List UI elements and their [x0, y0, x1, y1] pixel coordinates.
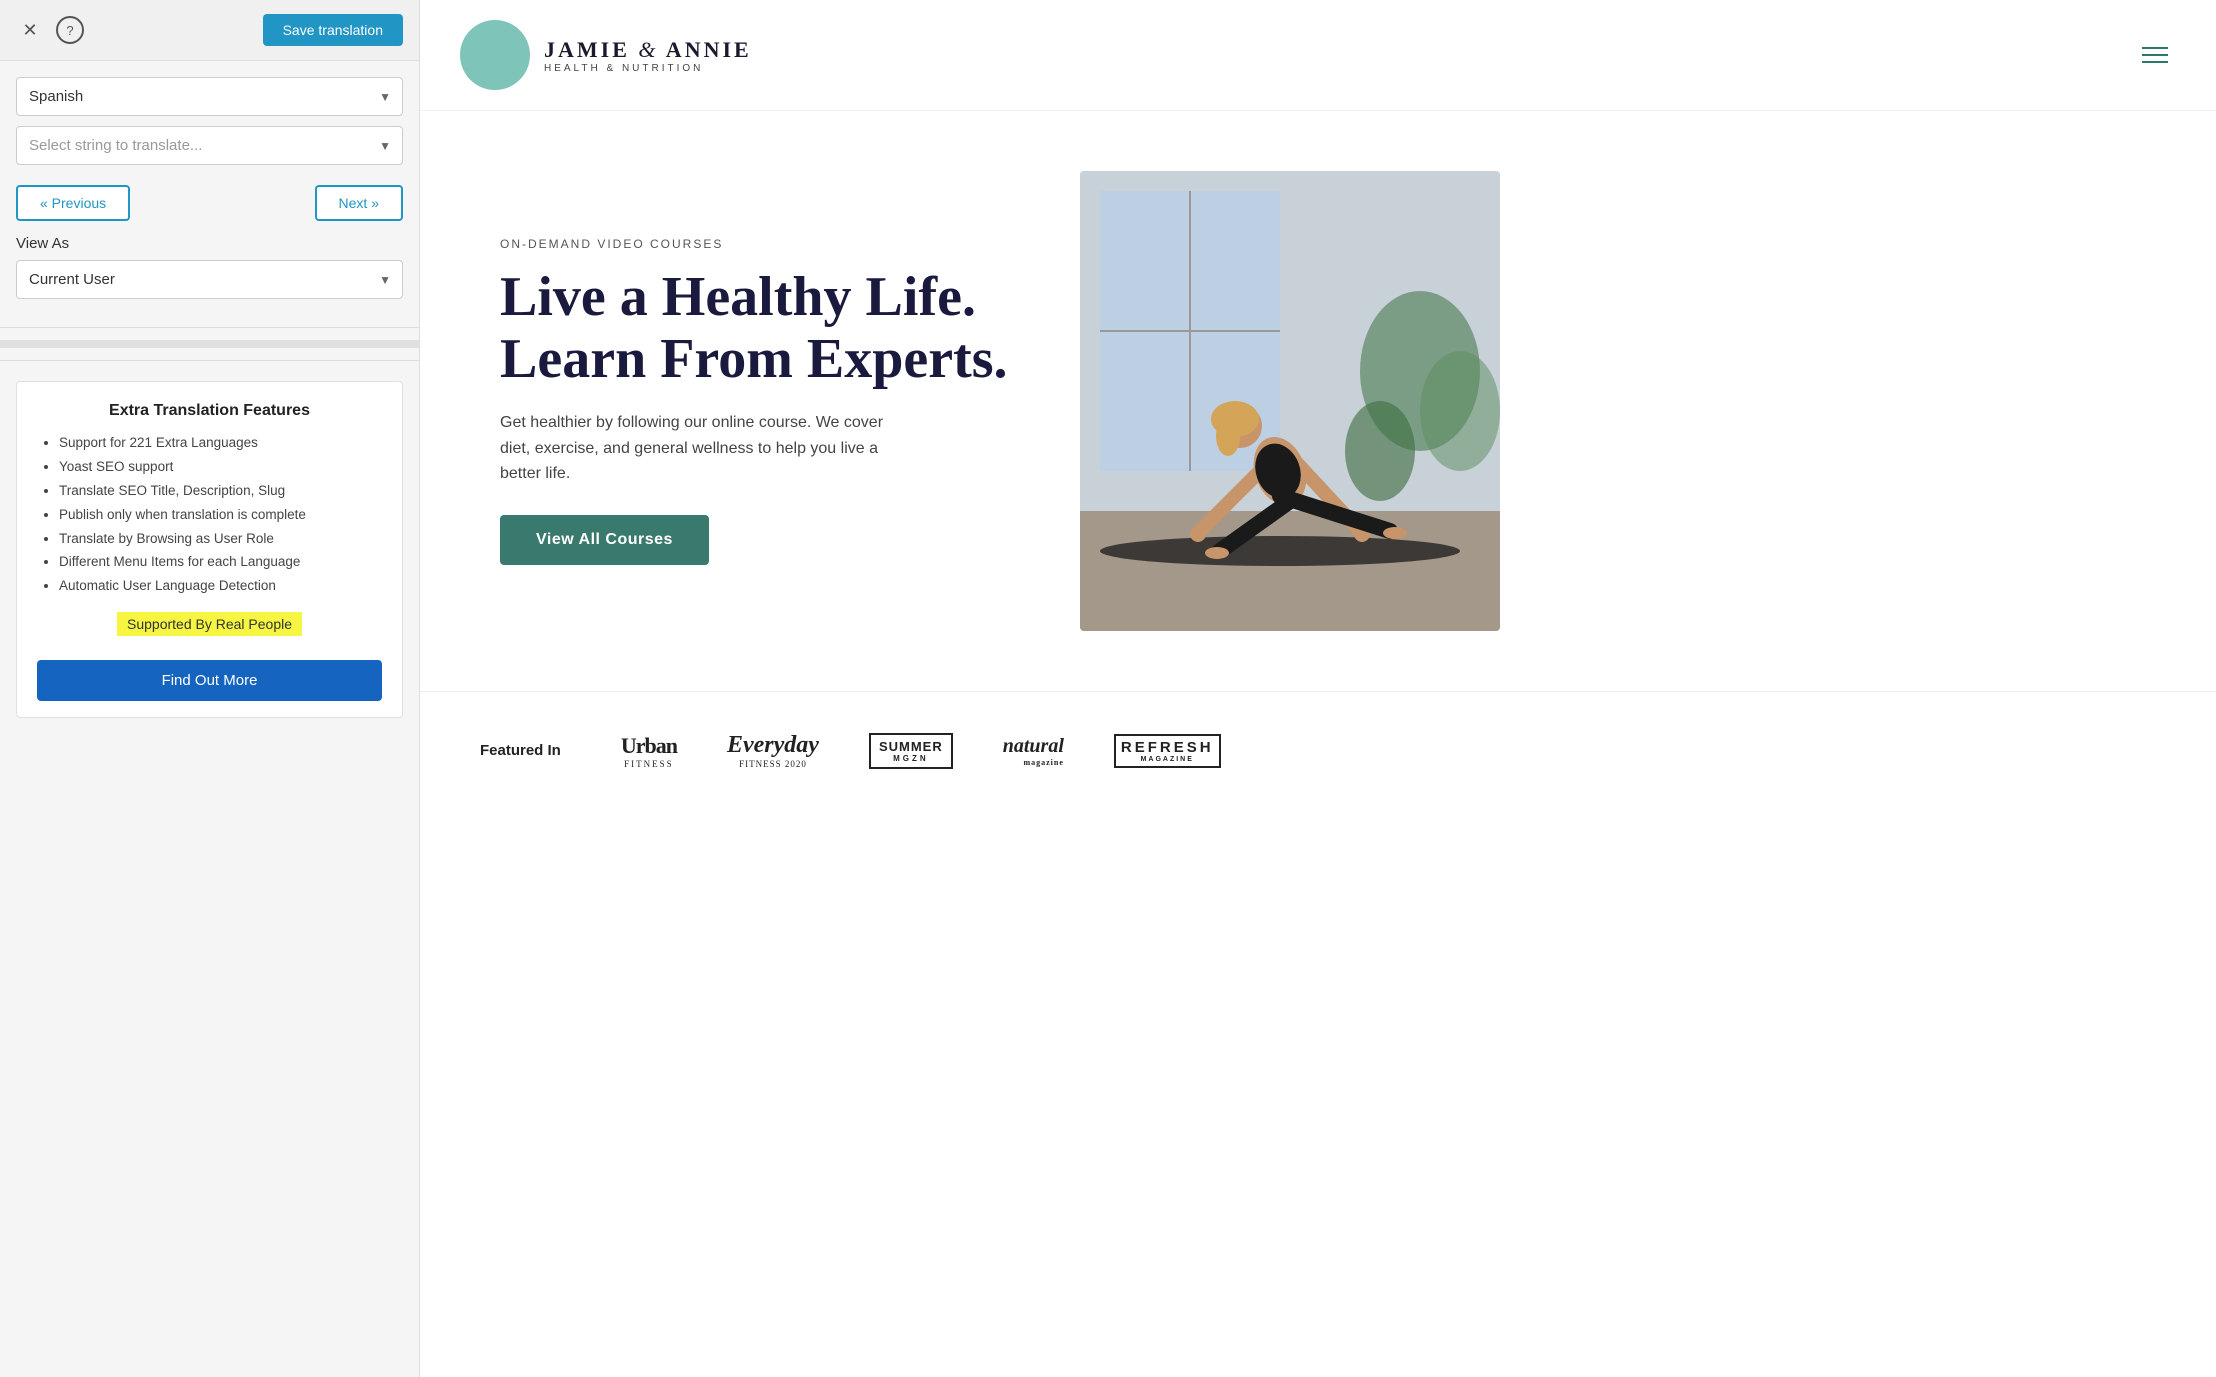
- featured-logo-summer: SUMMER MGZN: [869, 733, 953, 769]
- view-as-select-wrapper: Current User Admin ▼: [16, 260, 403, 299]
- refresh-sub: MAGAZINE: [1141, 756, 1194, 763]
- everyday-main: Everyday: [727, 732, 819, 758]
- refresh-box: REFRESH MAGAZINE: [1114, 734, 1221, 768]
- urban-main: Urban: [621, 733, 677, 759]
- hero-tag: ON-DEMAND VIDEO COURSES: [500, 237, 1020, 251]
- help-button[interactable]: ?: [56, 16, 84, 44]
- featured-logo-natural: natural magazine: [1003, 735, 1064, 767]
- nav-buttons: « Previous Next »: [0, 175, 419, 235]
- featured-logos: Urban FITNESS Everyday FITNESS 2020 SUMM…: [621, 732, 1221, 769]
- featured-logo-everyday: Everyday FITNESS 2020: [727, 732, 819, 769]
- featured-section: Featured In Urban FITNESS Everyday FITNE…: [420, 691, 2216, 809]
- language-select-wrapper: Spanish French German ▼: [16, 77, 403, 116]
- save-translation-button[interactable]: Save translation: [263, 14, 403, 46]
- feature-item: Yoast SEO support: [59, 458, 382, 477]
- close-button[interactable]: ✕: [16, 16, 44, 44]
- feature-item: Translate SEO Title, Description, Slug: [59, 482, 382, 501]
- view-as-select[interactable]: Current User Admin: [16, 260, 403, 299]
- main-content: JAMIE & ANNIE HEALTH & NUTRITION ON-DEMA…: [420, 0, 2216, 1377]
- logo-sub-text: HEALTH & NUTRITION: [544, 63, 752, 74]
- next-button[interactable]: Next »: [315, 185, 403, 221]
- string-select-wrapper: Select string to translate... ▼: [16, 126, 403, 165]
- featured-logo-urban: Urban FITNESS: [621, 733, 677, 769]
- hamburger-menu-icon[interactable]: [2134, 39, 2176, 71]
- thick-divider: [0, 340, 419, 348]
- feature-item: Publish only when translation is complet…: [59, 506, 382, 525]
- natural-main: natural: [1003, 735, 1064, 757]
- divider-1: [0, 327, 419, 328]
- refresh-main: REFRESH: [1121, 739, 1214, 756]
- featured-logo-refresh: REFRESH MAGAZINE: [1114, 734, 1221, 768]
- hamburger-line-3: [2142, 61, 2168, 63]
- hero-image: [1080, 171, 1500, 631]
- view-as-label: View As: [16, 235, 403, 252]
- logo-area: JAMIE & ANNIE HEALTH & NUTRITION: [460, 20, 752, 90]
- summer-sub: MGZN: [893, 754, 929, 763]
- supported-label: Supported By Real People: [117, 612, 302, 636]
- language-select[interactable]: Spanish French German: [16, 77, 403, 116]
- view-as-section: View As Current User Admin ▼: [0, 235, 419, 323]
- feature-item: Different Menu Items for each Language: [59, 553, 382, 572]
- supported-wrapper: Supported By Real People: [37, 612, 382, 648]
- logo-text-block: JAMIE & ANNIE HEALTH & NUTRITION: [544, 37, 752, 74]
- view-courses-button[interactable]: View All Courses: [500, 515, 709, 565]
- features-list: Support for 221 Extra Languages Yoast SE…: [37, 434, 382, 596]
- logo-amp: &: [638, 37, 658, 62]
- logo-main-text: JAMIE & ANNIE: [544, 37, 752, 63]
- hero-text: ON-DEMAND VIDEO COURSES Live a Healthy L…: [500, 237, 1020, 565]
- panel-controls: Spanish French German ▼ Select string to…: [0, 61, 419, 175]
- yoga-illustration: [1080, 171, 1500, 631]
- divider-2: [0, 360, 419, 361]
- hamburger-line-2: [2142, 54, 2168, 56]
- summer-main: SUMMER: [879, 739, 943, 754]
- natural-sub: magazine: [1003, 758, 1064, 767]
- extra-features-box: Extra Translation Features Support for 2…: [16, 381, 403, 718]
- panel-top-icons: ✕ ?: [16, 16, 84, 44]
- extra-features-title: Extra Translation Features: [37, 402, 382, 420]
- feature-item: Support for 221 Extra Languages: [59, 434, 382, 453]
- featured-label: Featured In: [480, 742, 561, 759]
- panel-top-bar: ✕ ? Save translation: [0, 0, 419, 61]
- feature-item: Translate by Browsing as User Role: [59, 530, 382, 549]
- string-select[interactable]: Select string to translate...: [16, 126, 403, 165]
- previous-button[interactable]: « Previous: [16, 185, 130, 221]
- urban-sub: FITNESS: [624, 759, 674, 769]
- logo-icon: [475, 35, 515, 75]
- logo-circle: [460, 20, 530, 90]
- translation-panel: ✕ ? Save translation Spanish French Germ…: [0, 0, 420, 1377]
- hamburger-line-1: [2142, 47, 2168, 49]
- site-header: JAMIE & ANNIE HEALTH & NUTRITION: [420, 0, 2216, 111]
- hero-section: ON-DEMAND VIDEO COURSES Live a Healthy L…: [420, 111, 2216, 691]
- hero-description: Get healthier by following our online co…: [500, 410, 900, 487]
- feature-item: Automatic User Language Detection: [59, 577, 382, 596]
- find-out-more-button[interactable]: Find Out More: [37, 660, 382, 701]
- hero-title: Live a Healthy Life. Learn From Experts.: [500, 267, 1020, 390]
- hero-image-area: [1080, 171, 1500, 631]
- everyday-sub: FITNESS 2020: [727, 759, 819, 769]
